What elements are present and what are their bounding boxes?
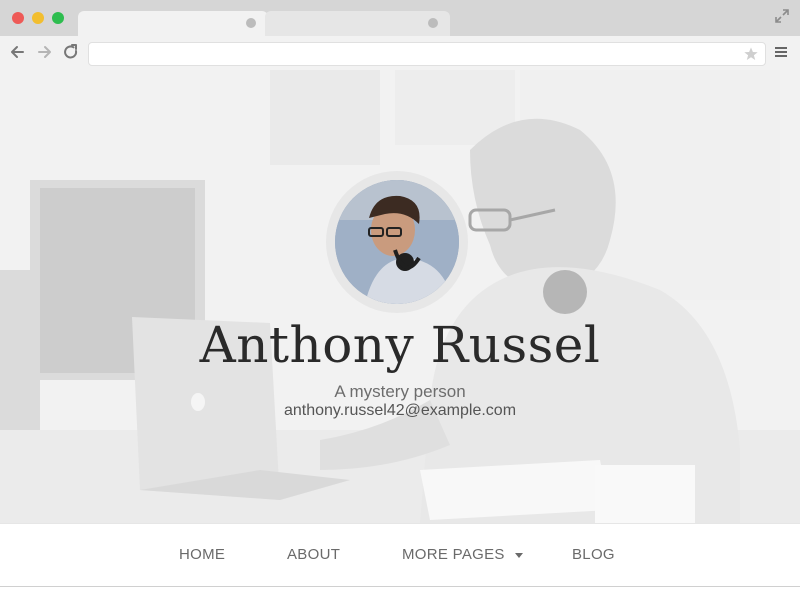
nav-item-label: HOME [179,546,226,563]
tab-close-icon[interactable] [428,18,438,28]
nav-item-home[interactable]: HOME [179,546,225,563]
forward-icon[interactable] [34,42,54,62]
nav-item-about[interactable]: ABOUT [287,546,340,563]
avatar-photo [335,180,459,304]
caret-down-icon [515,552,524,558]
back-icon[interactable] [8,42,28,62]
address-bar[interactable] [88,42,766,66]
star-icon[interactable] [743,46,759,62]
nav-item-label: MORE PAGES [402,546,505,563]
tab-inactive[interactable] [265,11,450,36]
menu-icon[interactable] [774,45,788,59]
hero-section: Anthony Russel A mystery person anthony.… [0,70,800,523]
avatar-ring [326,171,468,313]
reload-icon[interactable] [61,42,81,62]
profile-email[interactable]: anthony.russel42@example.com [0,402,800,420]
browser-chrome [0,0,800,70]
nav-item-label: ABOUT [287,546,341,563]
main-nav: HOME ABOUT MORE PAGES BLOG [0,523,800,587]
tab-close-icon[interactable] [246,18,256,28]
profile-tagline: A mystery person [334,382,466,401]
close-window-button[interactable] [12,12,24,24]
profile-name: Anthony Russel [199,316,601,374]
zoom-window-button[interactable] [52,12,64,24]
tab-strip [0,0,800,36]
minimize-window-button[interactable] [32,12,44,24]
expand-icon[interactable] [774,8,790,24]
nav-item-blog[interactable]: BLOG [572,546,615,563]
tab-active[interactable] [78,11,268,36]
avatar [335,180,459,304]
nav-item-more-pages[interactable]: MORE PAGES [402,546,524,563]
nav-item-label: BLOG [572,546,615,563]
browser-toolbar [0,36,800,70]
